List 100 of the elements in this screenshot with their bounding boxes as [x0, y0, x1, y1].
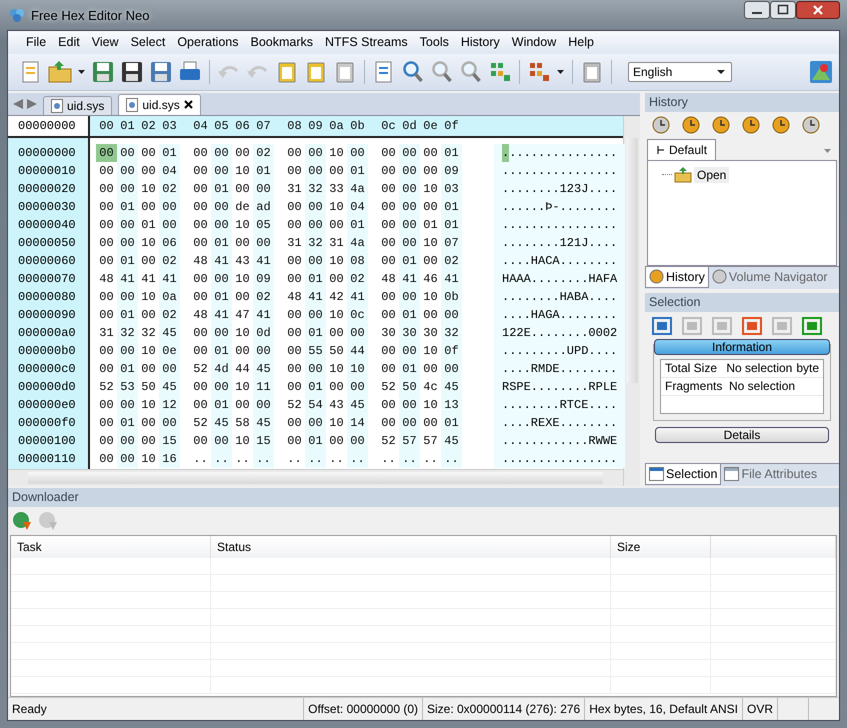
- hex-byte[interactable]: 00: [253, 342, 274, 360]
- hex-byte[interactable]: 44: [347, 342, 368, 360]
- hex-byte[interactable]: 09: [441, 162, 462, 180]
- hex-byte[interactable]: 12: [159, 396, 180, 414]
- hex-byte[interactable]: 00: [284, 432, 305, 450]
- hex-byte[interactable]: 00: [211, 432, 232, 450]
- map-icon[interactable]: [809, 60, 833, 84]
- hex-byte[interactable]: 10: [138, 450, 159, 468]
- hex-byte[interactable]: 45: [441, 432, 462, 450]
- hex-byte[interactable]: 00: [284, 144, 305, 162]
- hex-byte[interactable]: 10: [232, 432, 253, 450]
- hex-byte[interactable]: 10: [138, 342, 159, 360]
- hex-byte[interactable]: 00: [96, 252, 117, 270]
- hex-byte[interactable]: 04: [347, 198, 368, 216]
- hex-byte[interactable]: 00: [232, 288, 253, 306]
- hex-byte[interactable]: 00: [284, 270, 305, 288]
- hex-byte[interactable]: 30: [399, 324, 420, 342]
- hex-byte[interactable]: ..: [284, 450, 305, 468]
- hex-byte[interactable]: 00: [253, 396, 274, 414]
- hex-byte[interactable]: 4c: [420, 378, 441, 396]
- hex-byte[interactable]: 10: [420, 342, 441, 360]
- hex-byte[interactable]: 4a: [347, 234, 368, 252]
- hex-byte[interactable]: 02: [159, 306, 180, 324]
- hex-byte[interactable]: 53: [117, 378, 138, 396]
- language-dropdown[interactable]: English: [628, 62, 732, 82]
- hex-byte[interactable]: 45: [253, 360, 274, 378]
- hex-byte[interactable]: 43: [326, 396, 347, 414]
- panel-tab[interactable]: Selection: [645, 464, 722, 485]
- hex-byte[interactable]: 00: [232, 180, 253, 198]
- hex-byte[interactable]: 10: [420, 396, 441, 414]
- hex-byte[interactable]: 00: [399, 162, 420, 180]
- menu-item[interactable]: Help: [562, 35, 600, 50]
- hex-byte[interactable]: 01: [117, 252, 138, 270]
- hex-byte[interactable]: 00: [378, 180, 399, 198]
- hex-byte[interactable]: 06: [159, 234, 180, 252]
- hex-byte[interactable]: 00: [190, 180, 211, 198]
- hex-byte[interactable]: 10: [138, 180, 159, 198]
- hex-byte[interactable]: 00: [284, 198, 305, 216]
- menu-item[interactable]: Select: [124, 35, 172, 50]
- hex-byte[interactable]: 01: [347, 216, 368, 234]
- hex-byte[interactable]: 00: [378, 198, 399, 216]
- grid-icon[interactable]: [651, 316, 673, 336]
- hex-byte[interactable]: 00: [441, 360, 462, 378]
- hex-byte[interactable]: 00: [190, 234, 211, 252]
- hex-byte[interactable]: 00: [326, 378, 347, 396]
- hex-byte[interactable]: 00: [232, 342, 253, 360]
- hex-byte[interactable]: 00: [305, 414, 326, 432]
- hex-byte[interactable]: 00: [117, 450, 138, 468]
- hex-byte[interactable]: 00: [399, 414, 420, 432]
- open-folder-icon[interactable]: [47, 58, 73, 85]
- hex-byte[interactable]: 57: [420, 432, 441, 450]
- hex-byte[interactable]: 57: [399, 432, 420, 450]
- hex-byte[interactable]: 00: [399, 216, 420, 234]
- hex-byte[interactable]: 00: [190, 288, 211, 306]
- hex-byte[interactable]: 48: [190, 306, 211, 324]
- hex-byte[interactable]: 01: [211, 342, 232, 360]
- hex-byte[interactable]: 00: [159, 216, 180, 234]
- hex-byte[interactable]: 00: [96, 360, 117, 378]
- hex-byte[interactable]: 00: [420, 144, 441, 162]
- hex-byte[interactable]: 41: [211, 306, 232, 324]
- hex-byte[interactable]: 00: [211, 378, 232, 396]
- hex-byte[interactable]: 00: [190, 198, 211, 216]
- hex-byte[interactable]: 16: [159, 450, 180, 468]
- hex-byte[interactable]: 00: [190, 270, 211, 288]
- hex-byte[interactable]: 00: [138, 432, 159, 450]
- hex-byte[interactable]: 00: [96, 198, 117, 216]
- hex-byte[interactable]: 00: [378, 396, 399, 414]
- hex-byte[interactable]: 00: [378, 252, 399, 270]
- hex-byte[interactable]: 00: [305, 198, 326, 216]
- hex-byte[interactable]: 00: [326, 216, 347, 234]
- hex-byte[interactable]: 00: [399, 144, 420, 162]
- hex-byte[interactable]: 14: [347, 414, 368, 432]
- hex-byte[interactable]: 00: [96, 288, 117, 306]
- hex-byte[interactable]: 01: [399, 360, 420, 378]
- hex-byte[interactable]: 00: [159, 360, 180, 378]
- hex-byte[interactable]: 02: [441, 252, 462, 270]
- hex-byte[interactable]: ..: [253, 450, 274, 468]
- hex-byte[interactable]: 31: [96, 324, 117, 342]
- hex-byte[interactable]: 01: [211, 288, 232, 306]
- column-header[interactable]: Size: [611, 536, 711, 558]
- hex-byte[interactable]: 09: [253, 270, 274, 288]
- hex-byte[interactable]: 00: [378, 342, 399, 360]
- hex-byte[interactable]: 00: [117, 144, 138, 162]
- hex-byte[interactable]: ..: [378, 450, 399, 468]
- hex-byte[interactable]: 00: [326, 324, 347, 342]
- hex-byte[interactable]: 00: [232, 234, 253, 252]
- hex-byte[interactable]: 01: [159, 144, 180, 162]
- hex-byte[interactable]: 52: [284, 396, 305, 414]
- panel-tab[interactable]: Volume Navigator: [708, 266, 831, 287]
- hex-byte[interactable]: 08: [347, 252, 368, 270]
- hex-byte[interactable]: 01: [420, 216, 441, 234]
- hex-byte[interactable]: 50: [138, 378, 159, 396]
- hex-byte[interactable]: 00: [284, 360, 305, 378]
- hex-byte[interactable]: 45: [441, 378, 462, 396]
- hex-byte[interactable]: 02: [253, 288, 274, 306]
- hex-byte[interactable]: 02: [347, 270, 368, 288]
- hex-byte[interactable]: 10: [326, 252, 347, 270]
- column-header[interactable]: Task: [11, 536, 211, 558]
- hex-byte[interactable]: 41: [117, 270, 138, 288]
- hex-byte[interactable]: 01: [305, 270, 326, 288]
